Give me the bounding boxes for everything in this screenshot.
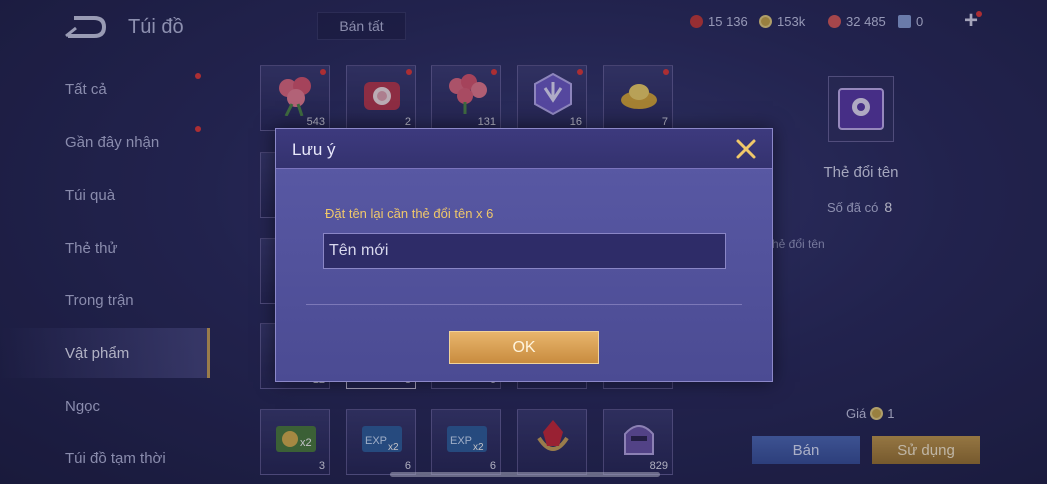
- close-icon: [736, 139, 756, 159]
- dialog-header: Lưu ý: [276, 129, 772, 169]
- rename-dialog: Lưu ý Đặt tên lại cần thẻ đổi tên x 6 OK: [275, 128, 773, 382]
- dialog-prompt: Đặt tên lại cần thẻ đổi tên x 6: [325, 206, 494, 221]
- close-button[interactable]: [735, 138, 757, 160]
- dialog-title: Lưu ý: [292, 140, 336, 159]
- dialog-divider: [306, 304, 742, 305]
- new-name-input[interactable]: [323, 233, 726, 269]
- ok-button[interactable]: OK: [449, 331, 599, 364]
